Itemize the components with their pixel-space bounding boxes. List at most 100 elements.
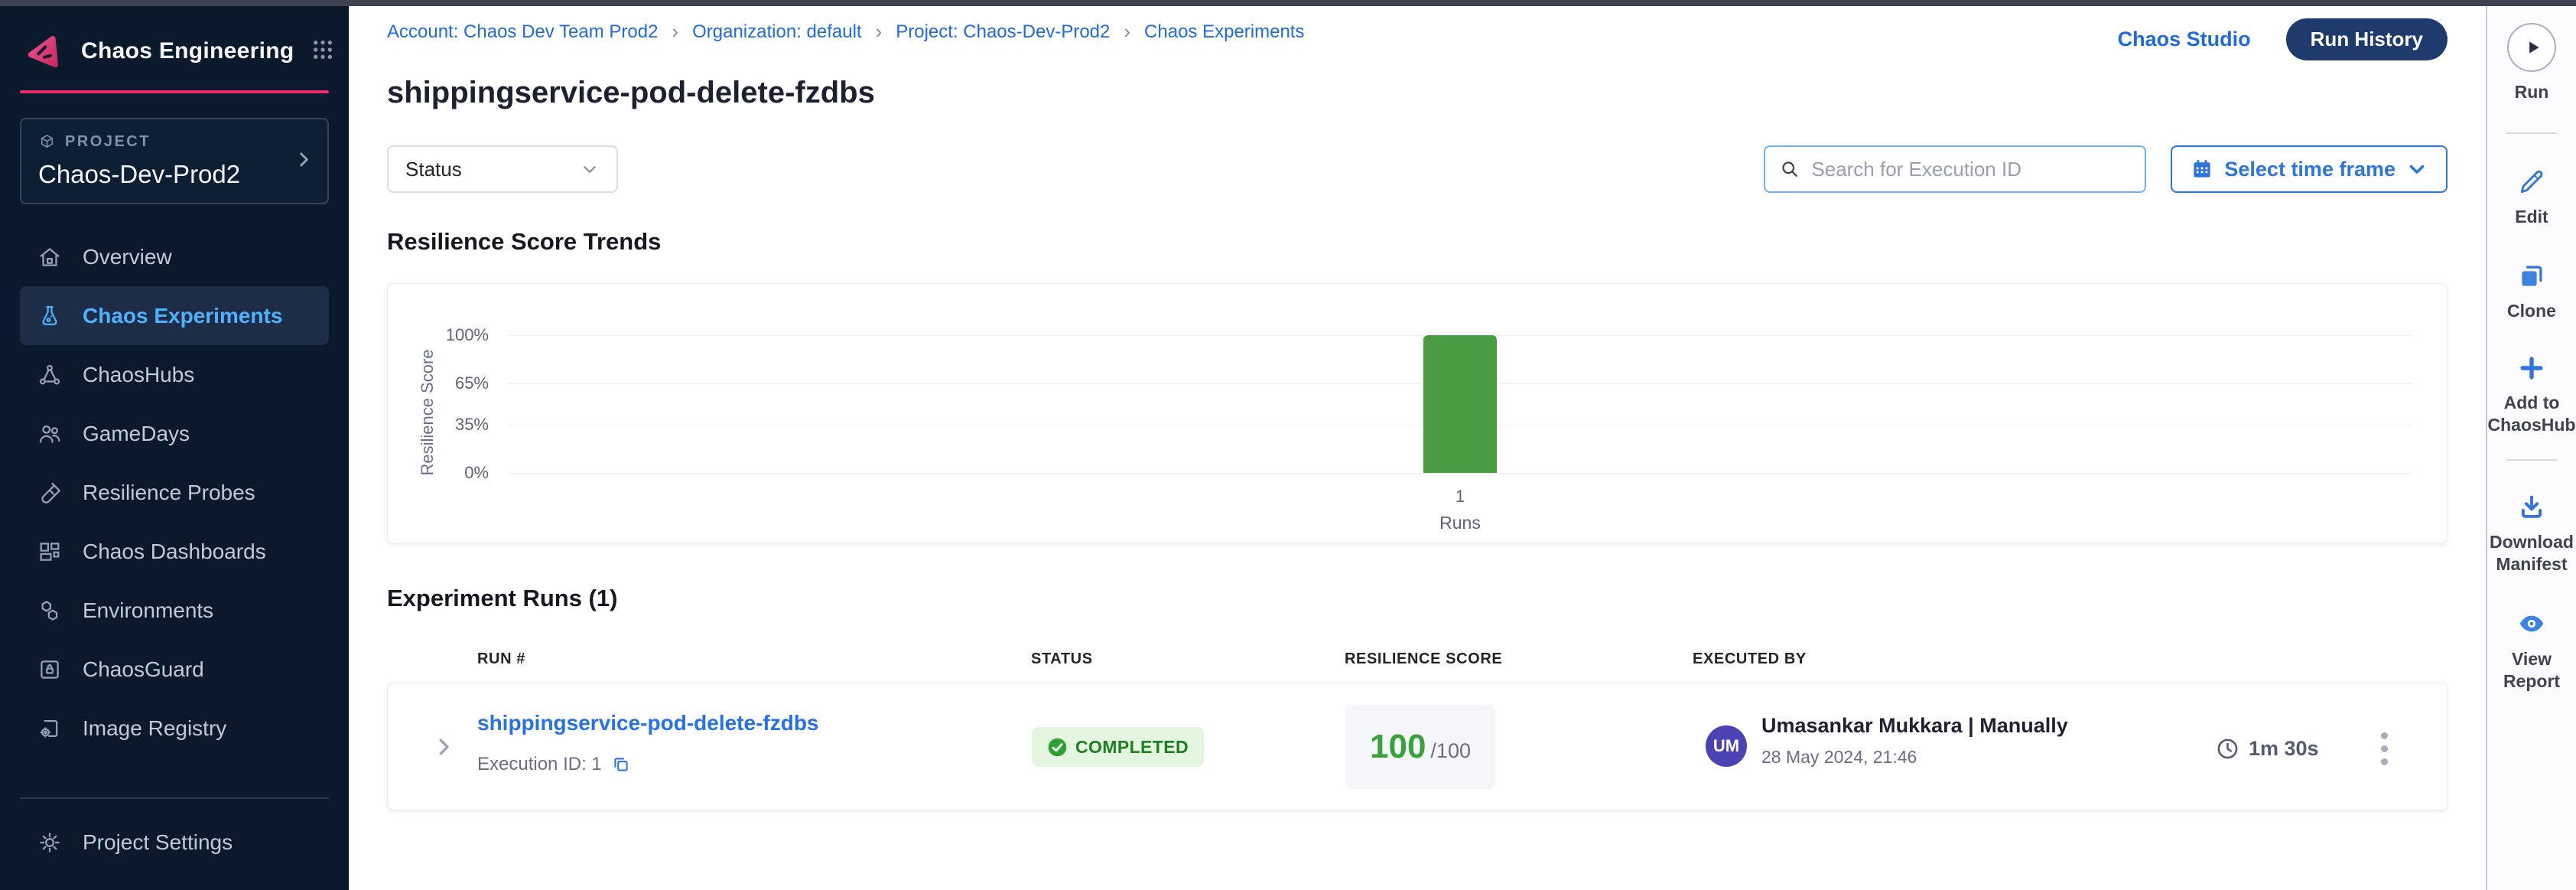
chart-bar[interactable] (1423, 335, 1497, 473)
sidebar-item-label: Resilience Probes (83, 481, 255, 505)
app-grid-icon[interactable] (311, 37, 335, 66)
sidebar-item-chaos-experiments[interactable]: Chaos Experiments (20, 286, 329, 345)
avatar: UM (1706, 725, 1747, 767)
chevron-down-icon (2406, 158, 2428, 180)
rail-divider (2506, 459, 2557, 461)
lock-icon (37, 657, 63, 683)
search-icon (1779, 158, 1800, 180)
breadcrumb-organization[interactable]: Organization: default (692, 20, 882, 44)
main-content: Account: Chaos Dev Team Prod2 Organizati… (349, 0, 2486, 890)
sidebar-item-overview[interactable]: Overview (20, 227, 329, 286)
project-name: Chaos-Dev-Prod2 (38, 160, 311, 189)
resilience-score-trends-chart: Resilience Score 100% 65% 35% 0% 1 Runs (387, 283, 2448, 543)
people-icon (37, 421, 63, 447)
resilience-score-value: 100 (1370, 728, 1426, 766)
execution-id: Execution ID: 1 (477, 754, 602, 775)
edit-button[interactable]: Edit (2515, 168, 2548, 228)
chart-y-tick: 35% (388, 415, 489, 435)
check-circle-icon (1047, 737, 1068, 758)
sidebar-item-label: Image Registry (83, 716, 226, 741)
run-name-link[interactable]: shippingservice-pod-delete-fzdbs (477, 711, 819, 735)
project-selector[interactable]: PROJECT Chaos-Dev-Prod2 (20, 118, 329, 204)
window-top-strip (0, 0, 2576, 6)
page-title: shippingservice-pod-delete-fzdbs (387, 76, 2448, 110)
run-button[interactable] (2507, 23, 2556, 72)
chevron-down-icon (580, 159, 600, 179)
breadcrumb-account[interactable]: Account: Chaos Dev Team Prod2 (387, 20, 678, 44)
row-menu-kebab-icon[interactable] (2373, 728, 2395, 770)
flask-icon (37, 303, 63, 329)
sidebar-nav: Overview Chaos Experiments ChaosHubs Gam… (0, 227, 349, 758)
plus-icon (2517, 354, 2546, 383)
play-icon (2523, 37, 2543, 57)
registry-icon (37, 716, 63, 742)
runs-table-header: RUN # STATUS RESILIENCE SCORE EXECUTED B… (387, 650, 2448, 670)
run-history-button[interactable]: Run History (2286, 18, 2448, 60)
rail-item-label: Add to ChaosHub (2487, 392, 2576, 436)
search-input[interactable] (1811, 158, 2131, 181)
column-header-run: RUN # (477, 650, 525, 668)
rail-divider (2506, 132, 2557, 134)
column-header-executed-by: EXECUTED BY (1693, 650, 1807, 668)
rail-item-label: View Report (2487, 648, 2576, 693)
project-label: PROJECT (65, 133, 151, 151)
breadcrumb-project[interactable]: Project: Chaos-Dev-Prod2 (896, 20, 1130, 44)
copy-icon[interactable] (611, 755, 631, 774)
sidebar-item-gamedays[interactable]: GameDays (20, 404, 329, 463)
search-box (1764, 145, 2146, 193)
clone-button[interactable]: Clone (2507, 262, 2556, 322)
select-time-frame-button[interactable]: Select time frame (2171, 145, 2448, 193)
column-header-status: STATUS (1031, 650, 1093, 668)
status-badge-label: COMPLETED (1075, 737, 1189, 758)
sidebar-item-label: ChaosHubs (83, 363, 194, 387)
sidebar-item-resilience-probes[interactable]: Resilience Probes (20, 463, 329, 522)
download-icon (2517, 493, 2546, 522)
row-expand-chevron-icon[interactable] (432, 735, 455, 758)
column-header-resilience-score: RESILIENCE SCORE (1345, 650, 1502, 668)
chevron-right-icon (294, 149, 314, 173)
chart-y-tick: 0% (388, 463, 489, 483)
chaos-studio-link[interactable]: Chaos Studio (2118, 28, 2251, 51)
sidebar-item-image-registry[interactable]: Image Registry (20, 699, 329, 758)
action-rail: Run Edit Clone Add to ChaosHub Down (2486, 0, 2576, 890)
hexagons-icon (37, 598, 63, 624)
sidebar-item-label: ChaosGuard (83, 657, 204, 682)
sidebar-item-label: GameDays (83, 422, 190, 446)
status-badge: COMPLETED (1032, 727, 1204, 767)
gear-icon (37, 830, 63, 856)
add-to-chaoshub-button[interactable]: Add to ChaosHub (2487, 354, 2576, 436)
sidebar-item-chaoshubs[interactable]: ChaosHubs (20, 345, 329, 404)
chart-x-tick: 1 (508, 487, 2412, 507)
chart-plot-area (508, 335, 2412, 473)
chart-y-tick: 100% (388, 325, 489, 345)
view-report-button[interactable]: View Report (2487, 608, 2576, 693)
chart-gridline (508, 473, 2412, 474)
sidebar-item-project-settings[interactable]: Project Settings (20, 813, 329, 872)
hub-icon (37, 362, 63, 388)
clock-icon (2216, 737, 2239, 761)
sidebar-item-label: Chaos Experiments (83, 304, 282, 328)
project-cube-icon (38, 133, 56, 151)
pencil-icon (2517, 168, 2546, 197)
resilience-score-box: 100 /100 (1345, 705, 1495, 789)
sidebar-item-environments[interactable]: Environments (20, 581, 329, 640)
executed-at-timestamp: 28 May 2024, 21:46 (1761, 747, 2068, 768)
table-row[interactable]: shippingservice-pod-delete-fzdbs Executi… (387, 683, 2448, 810)
sidebar-item-label: Project Settings (83, 830, 233, 855)
chaos-engineering-app: Chaos Engineering PROJECT Chaos-Dev-Pr (0, 0, 2576, 890)
status-filter-dropdown[interactable]: Status (387, 145, 618, 193)
breadcrumb-chaos-experiments[interactable]: Chaos Experiments (1144, 21, 1304, 43)
eye-icon (2516, 608, 2547, 639)
sidebar-item-chaos-dashboards[interactable]: Chaos Dashboards (20, 522, 329, 581)
filters-toolbar: Status Select time frame (387, 145, 2448, 193)
download-manifest-button[interactable]: Download Manifest (2487, 493, 2576, 575)
chart-y-tick: 65% (388, 373, 489, 393)
run-duration: 1m 30s (2216, 737, 2319, 761)
sidebar-item-chaosguard[interactable]: ChaosGuard (20, 640, 329, 699)
home-icon (37, 244, 63, 270)
breadcrumb: Account: Chaos Dev Team Prod2 Organizati… (387, 20, 1304, 44)
experiment-runs-title: Experiment Runs (1) (387, 585, 2448, 612)
sidebar: Chaos Engineering PROJECT Chaos-Dev-Pr (0, 0, 349, 890)
chart-x-axis-label: Runs (508, 513, 2412, 533)
clone-icon (2517, 262, 2546, 291)
